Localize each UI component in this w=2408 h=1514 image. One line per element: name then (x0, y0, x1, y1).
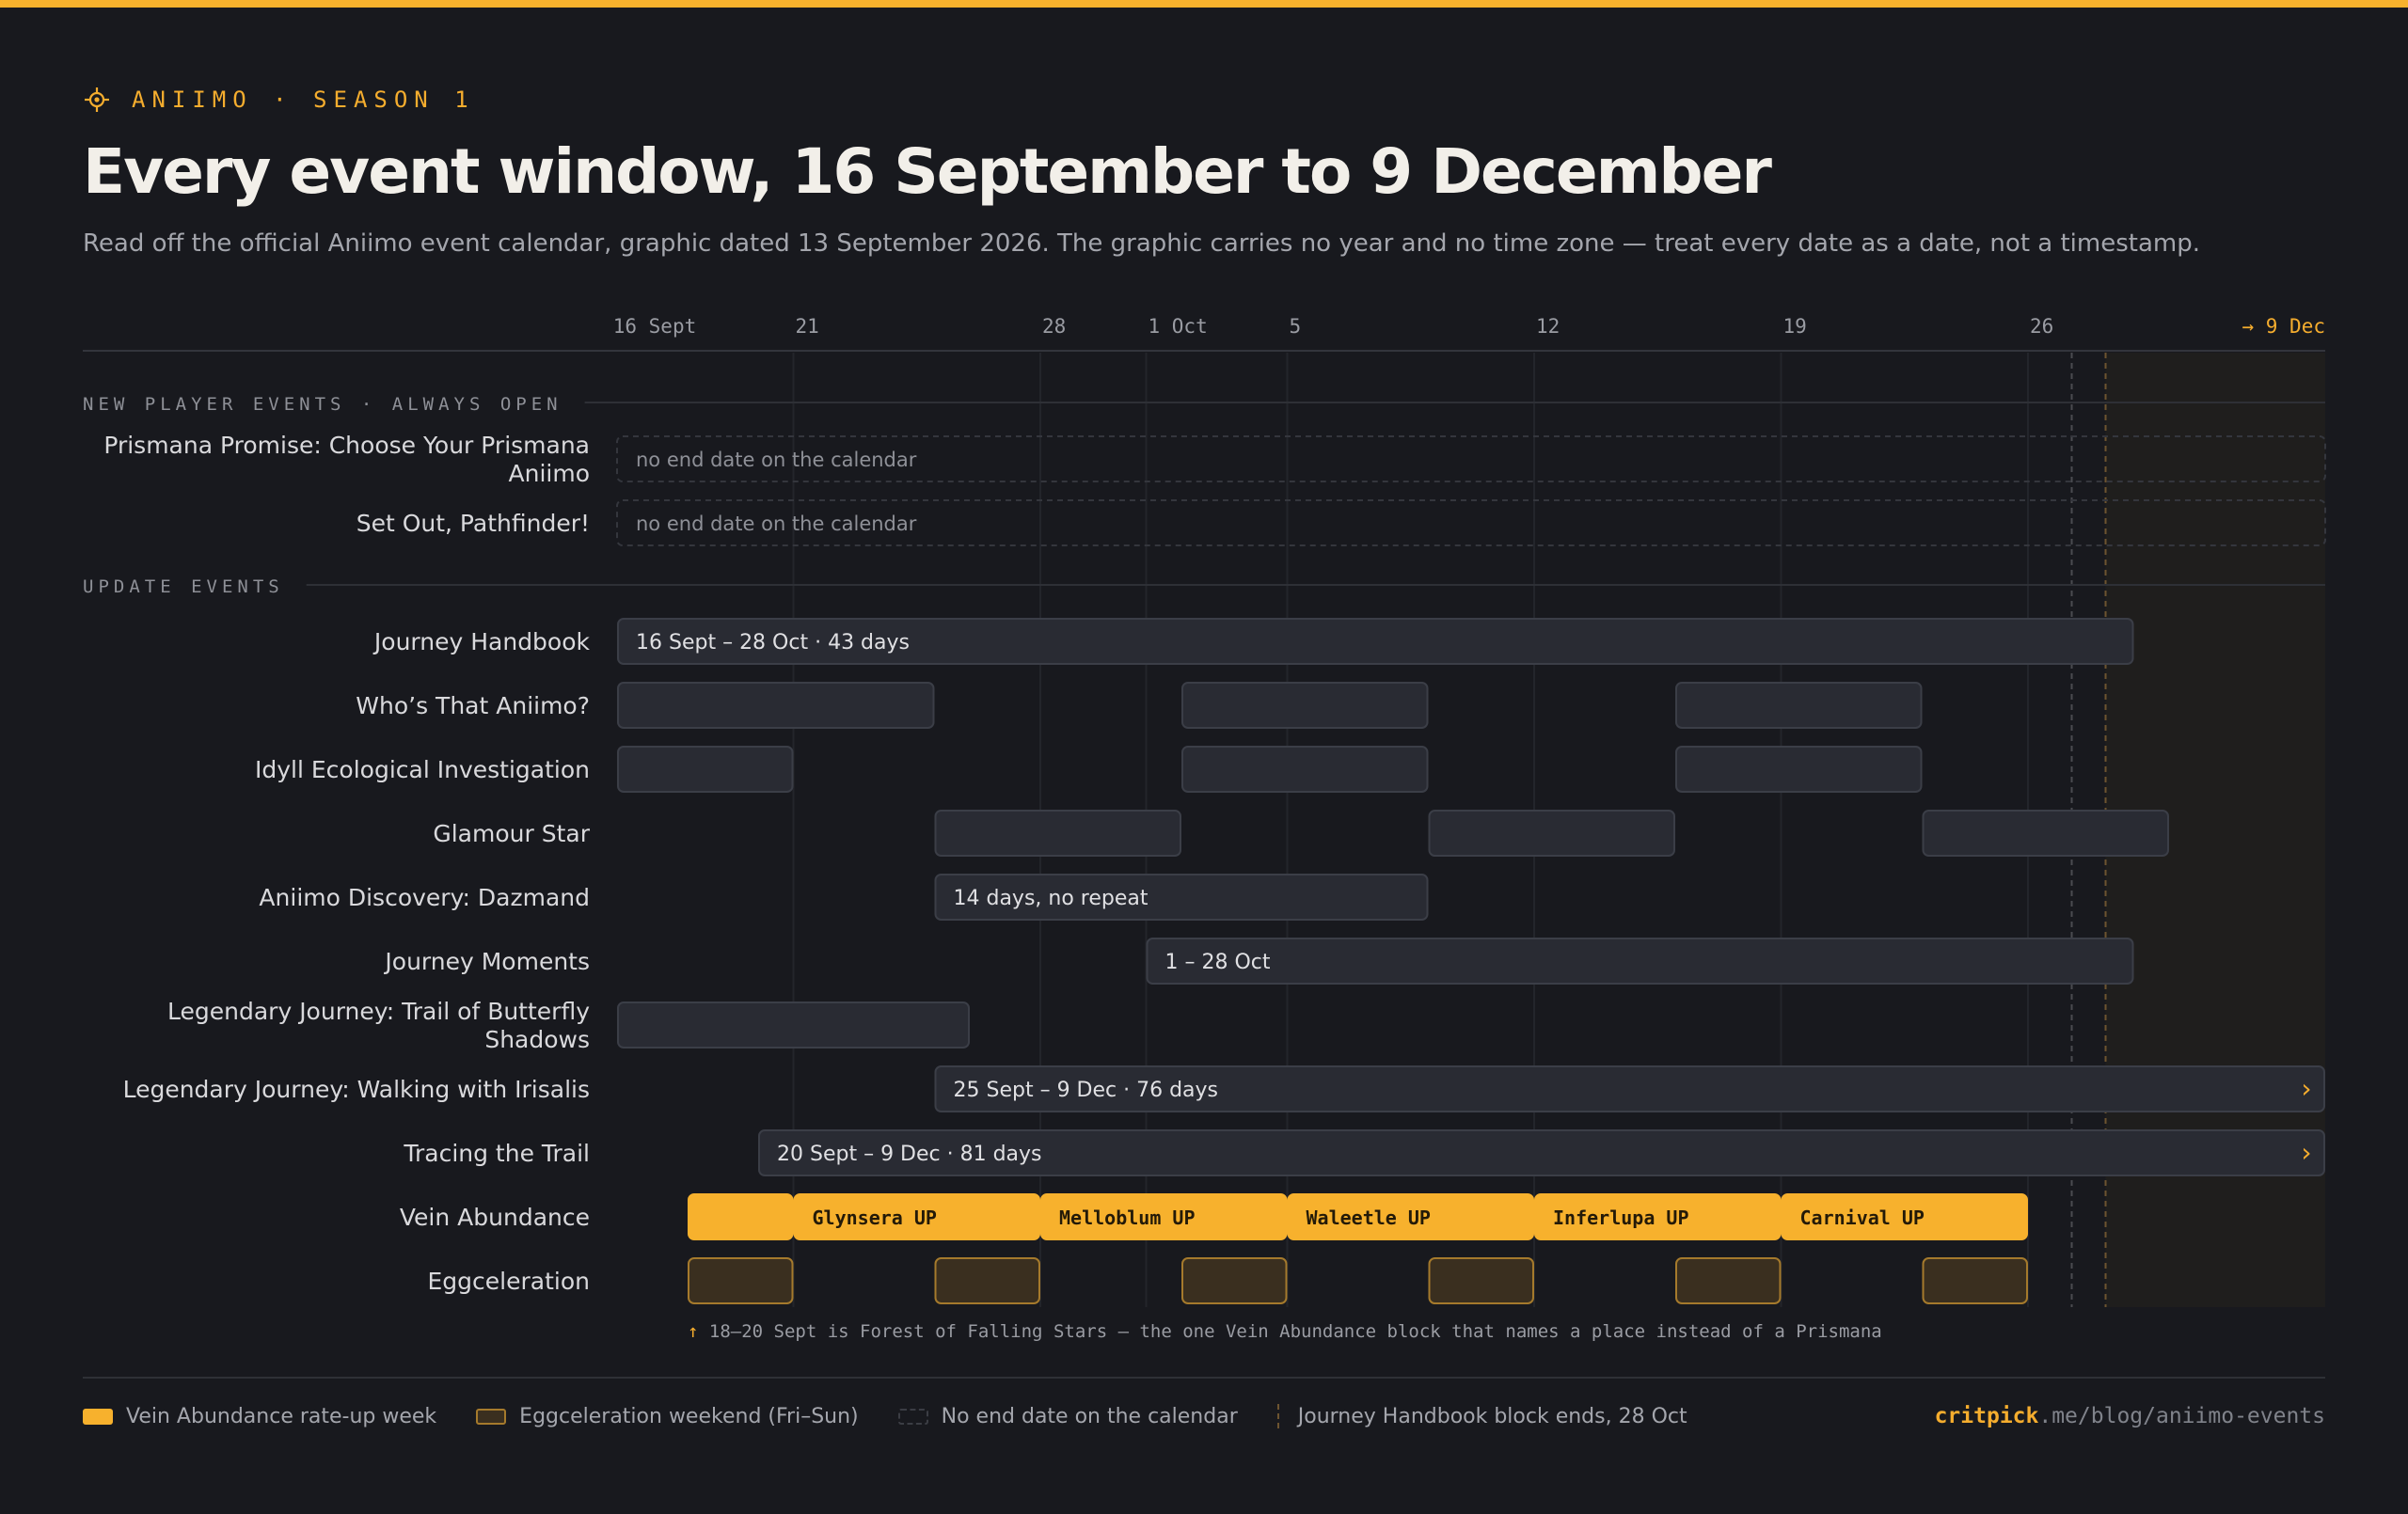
gantt-chart: 16 Sept 21 28 1 Oct 5 12 19 26 → 9 Dec NEW PLAYER… (83, 315, 2326, 1379)
bar-label: 1 – 28 Oct (1165, 951, 1271, 974)
legend-swatch-open (897, 1408, 928, 1425)
row-legendary-journey-walking-with-irisalis: Legendary Journey: Walking with Irisalis… (123, 1065, 2325, 1112)
egg-bar (1675, 1257, 1782, 1304)
legend-item-egg: Eggceleration weekend (Fri–Sun) (476, 1404, 859, 1428)
open-ended-note: no end date on the calendar (636, 513, 917, 535)
x-tick-label: 12 (1536, 315, 1560, 338)
row-eggceleration: Eggceleration (428, 1257, 2028, 1304)
bar-label: 25 Sept – 9 Dec · 76 days (954, 1079, 1219, 1102)
legend-swatch-vein (83, 1408, 113, 1425)
x-tick-label: 26 (2030, 315, 2053, 338)
row-label: Aniimo Discovery: Dazmand (259, 884, 590, 911)
event-bar (1181, 682, 1429, 729)
source-path: .me/blog/aniimo-events (2038, 1404, 2325, 1428)
legend-label-egg: Eggceleration weekend (Fri–Sun) (519, 1404, 859, 1428)
egg-bar (1922, 1257, 2028, 1304)
event-bar (1428, 810, 1675, 857)
legend-swatch-end (1276, 1404, 1279, 1428)
x-tick-label: → 9 Dec (2242, 315, 2325, 338)
event-bar (617, 1001, 970, 1049)
x-tick-label: 5 (1290, 315, 1302, 338)
legend-item-open: No end date on the calendar (897, 1404, 1238, 1428)
egg-bar (934, 1257, 1040, 1304)
continues-chevron-icon: › (2301, 1073, 2311, 1104)
row-tracing-the-trail: Tracing the Trail 20 Sept – 9 Dec · 81 da… (403, 1129, 2325, 1176)
bar-label: 14 days, no repeat (954, 887, 1149, 910)
event-bar (1675, 682, 1923, 729)
legend-swatch-egg (476, 1408, 507, 1425)
open-ended-note: no end date on the calendar (636, 449, 917, 471)
legend-item-end: Journey Handbook block ends, 28 Oct (1276, 1404, 1687, 1428)
row-label: Set Out, Pathfinder! (356, 510, 590, 537)
event-bar (617, 682, 935, 729)
row-vein-abundance: Vein Abundance Glynsera UP Melloblum UP Wal… (400, 1193, 2028, 1240)
row-label: Journey Handbook (372, 628, 591, 655)
row-label: Who’s That Aniimo? (356, 692, 590, 719)
event-bar (1675, 746, 1923, 793)
bar-label: Carnival UP (1800, 1206, 1925, 1229)
annotation: ↑ 18–20 Sept is Forest of Falling Stars … (688, 1321, 1882, 1342)
row-label: Eggceleration (428, 1268, 590, 1295)
legend-label-end: Journey Handbook block ends, 28 Oct (1297, 1404, 1687, 1428)
row-set-out-pathfinder: Set Out, Pathfinder! no end date on the c… (356, 499, 2326, 546)
legend-label-open: No end date on the calendar (941, 1404, 1238, 1428)
x-tick-label: 21 (796, 315, 819, 338)
row-label: Prismana Promise: Choose Your Prismana An… (103, 432, 590, 487)
x-tick-label: 16 Sept (613, 315, 697, 338)
x-tick-label: 28 (1042, 315, 1066, 338)
row-prismana-promise-choose-your-prismana-aniimo: Prismana Promise: Choose Your Prismana An… (103, 432, 2326, 487)
legend-item-vein: Vein Abundance rate-up week (83, 1405, 436, 1428)
row-label: Legendary Journey: Walking with Irisalis (123, 1076, 590, 1103)
row-label: Idyll Ecological Investigation (255, 756, 590, 783)
bar-label: Waleetle UP (1307, 1206, 1431, 1229)
bar-label: Inferlupa UP (1553, 1206, 1689, 1229)
egg-bar (1181, 1257, 1288, 1304)
row-label: Vein Abundance (400, 1204, 590, 1231)
bar-label: Glynsera UP (813, 1206, 937, 1229)
row-who-s-that-aniimo: Who’s That Aniimo? (356, 682, 1923, 729)
vein-bar (688, 1193, 794, 1240)
event-bar (617, 746, 794, 793)
x-tick-label: 19 (1783, 315, 1807, 338)
x-tick-label: 1 Oct (1149, 315, 1208, 338)
legend: Vein Abundance rate-up week Eggceleratio… (83, 1404, 1687, 1428)
row-idyll-ecological-investigation: Idyll Ecological Investigation (255, 746, 1923, 793)
row-glamour-star: Glamour Star (433, 810, 2169, 857)
row-legendary-journey-trail-of-butterfly-shadows: Legendary Journey: Trail of Butterfly Sha… (167, 998, 970, 1053)
section-title: NEW PLAYER EVENTS · ALWAYS OPEN (83, 394, 562, 415)
row-label: Journey Moments (383, 948, 590, 975)
row-journey-handbook: Journey Handbook 16 Sept – 28 Oct · 43 da… (372, 618, 2134, 665)
legend-label-vein: Vein Abundance rate-up week (126, 1404, 437, 1428)
source-domain: critpick (1934, 1404, 2039, 1428)
event-bar (934, 810, 1181, 857)
event-bar (1181, 746, 1429, 793)
source-link[interactable]: critpick.me/blog/aniimo-events (1935, 1404, 2325, 1428)
bar-label: Melloblum UP (1059, 1206, 1196, 1229)
row-aniimo-discovery-dazmand: Aniimo Discovery: Dazmand 14 days, no rep… (259, 874, 1429, 921)
section-title: UPDATE EVENTS (83, 576, 284, 597)
row-label: Tracing the Trail (403, 1140, 590, 1167)
event-bar (1146, 938, 2134, 985)
row-label: Glamour Star (433, 820, 590, 847)
continues-chevron-icon: › (2301, 1137, 2311, 1168)
row-journey-moments: Journey Moments 1 – 28 Oct (383, 938, 2134, 985)
bar-label: 16 Sept – 28 Oct · 43 days (636, 631, 910, 654)
egg-bar (1428, 1257, 1534, 1304)
event-bar (1922, 810, 2169, 857)
row-label: Legendary Journey: Trail of Butterfly Sha… (167, 998, 590, 1053)
bar-label: 20 Sept – 9 Dec · 81 days (777, 1143, 1042, 1166)
egg-bar (688, 1257, 794, 1304)
